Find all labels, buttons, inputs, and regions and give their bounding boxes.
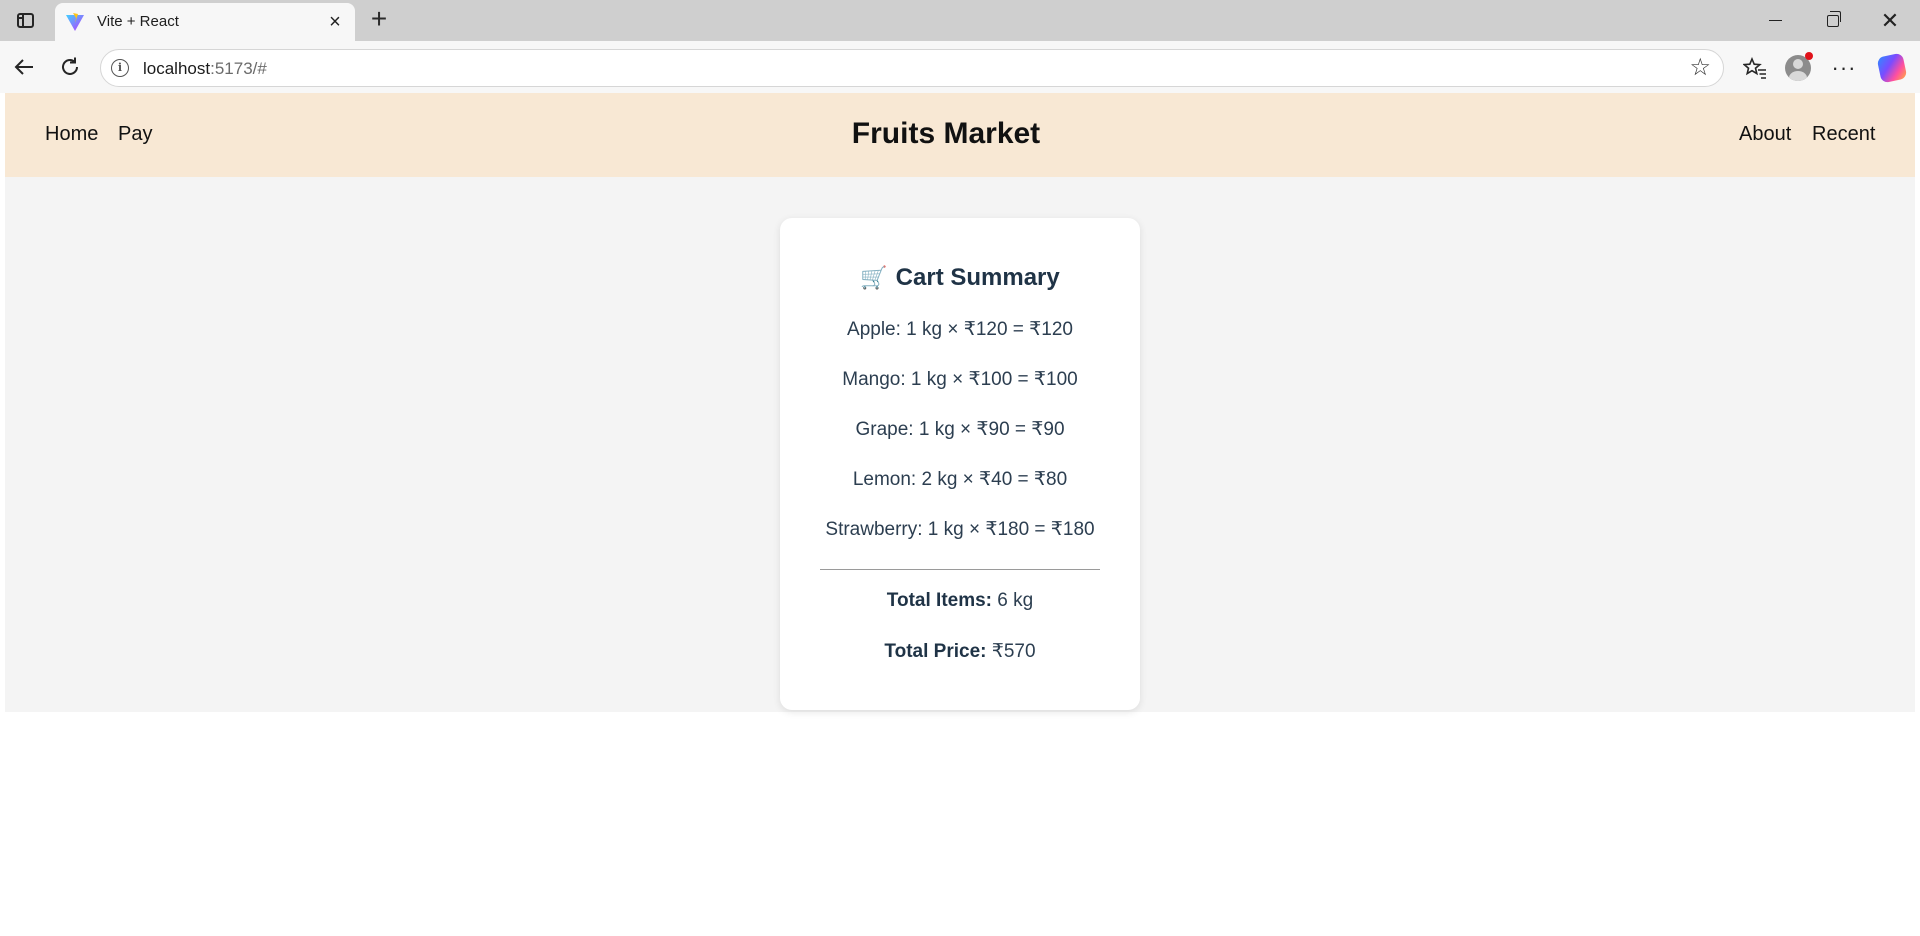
main-content: 🛒 Cart Summary Apple: 1 kg × ₹120 = ₹120 … — [5, 177, 1915, 712]
cart-line-item: Lemon: 2 kg × ₹40 = ₹80 — [852, 469, 1068, 490]
browser-toolbar: i localhost:5173/# ☆ ··· — [0, 41, 1920, 93]
vite-favicon-icon — [66, 13, 84, 31]
browser-tab-bar: Vite + React × + ✕ — [0, 0, 1920, 41]
cart-line-item: Mango: 1 kg × ₹100 = ₹100 — [842, 369, 1078, 390]
back-arrow-icon[interactable] — [8, 51, 40, 83]
total-items-label: Total Items: — [886, 590, 992, 611]
nav-about-link[interactable]: About — [1739, 123, 1791, 146]
cart-line-item: Grape: 1 kg × ₹90 = ₹90 — [855, 419, 1065, 440]
browser-tab[interactable]: Vite + React × — [55, 3, 355, 41]
url-text[interactable]: localhost:5173/# — [143, 59, 267, 79]
favorite-star-icon[interactable]: ☆ — [1689, 56, 1711, 80]
total-items: Total Items: 6 kg — [780, 590, 1140, 612]
tab-actions-icon[interactable] — [12, 9, 38, 31]
copilot-icon[interactable] — [1875, 51, 1909, 85]
total-items-value: 6 kg — [997, 590, 1034, 611]
cart-summary-title: 🛒 Cart Summary — [860, 264, 1060, 291]
favorites-icon[interactable] — [1738, 51, 1772, 85]
new-tab-icon[interactable]: + — [366, 5, 392, 33]
restore-window-button[interactable] — [1805, 0, 1861, 41]
nav-recent-link[interactable]: Recent — [1812, 123, 1875, 146]
site-title: Fruits Market — [851, 117, 1041, 150]
address-bar[interactable]: i localhost:5173/# ☆ — [100, 49, 1724, 87]
summary-divider — [820, 569, 1100, 570]
site-header: Home Pay Fruits Market About Recent — [5, 93, 1915, 177]
profile-avatar-icon[interactable] — [1781, 51, 1815, 85]
site-info-icon[interactable]: i — [111, 59, 129, 77]
close-tab-icon[interactable]: × — [325, 12, 345, 32]
shopping-cart-icon: 🛒 — [860, 265, 888, 290]
total-price-value: ₹570 — [991, 641, 1036, 662]
minimize-window-button[interactable] — [1747, 0, 1803, 41]
total-price: Total Price: ₹570 — [780, 640, 1140, 663]
cart-line-item: Strawberry: 1 kg × ₹180 = ₹180 — [825, 519, 1095, 540]
cart-summary-card: 🛒 Cart Summary Apple: 1 kg × ₹120 = ₹120 … — [780, 218, 1140, 710]
tab-title: Vite + React — [97, 13, 179, 30]
cart-line-item: Apple: 1 kg × ₹120 = ₹120 — [847, 319, 1073, 340]
more-options-icon[interactable]: ··· — [1827, 51, 1861, 85]
total-price-label: Total Price: — [884, 641, 987, 662]
reload-icon[interactable] — [54, 51, 86, 83]
page: Home Pay Fruits Market About Recent 🛒 Car… — [5, 93, 1915, 936]
close-window-button[interactable]: ✕ — [1862, 0, 1918, 41]
